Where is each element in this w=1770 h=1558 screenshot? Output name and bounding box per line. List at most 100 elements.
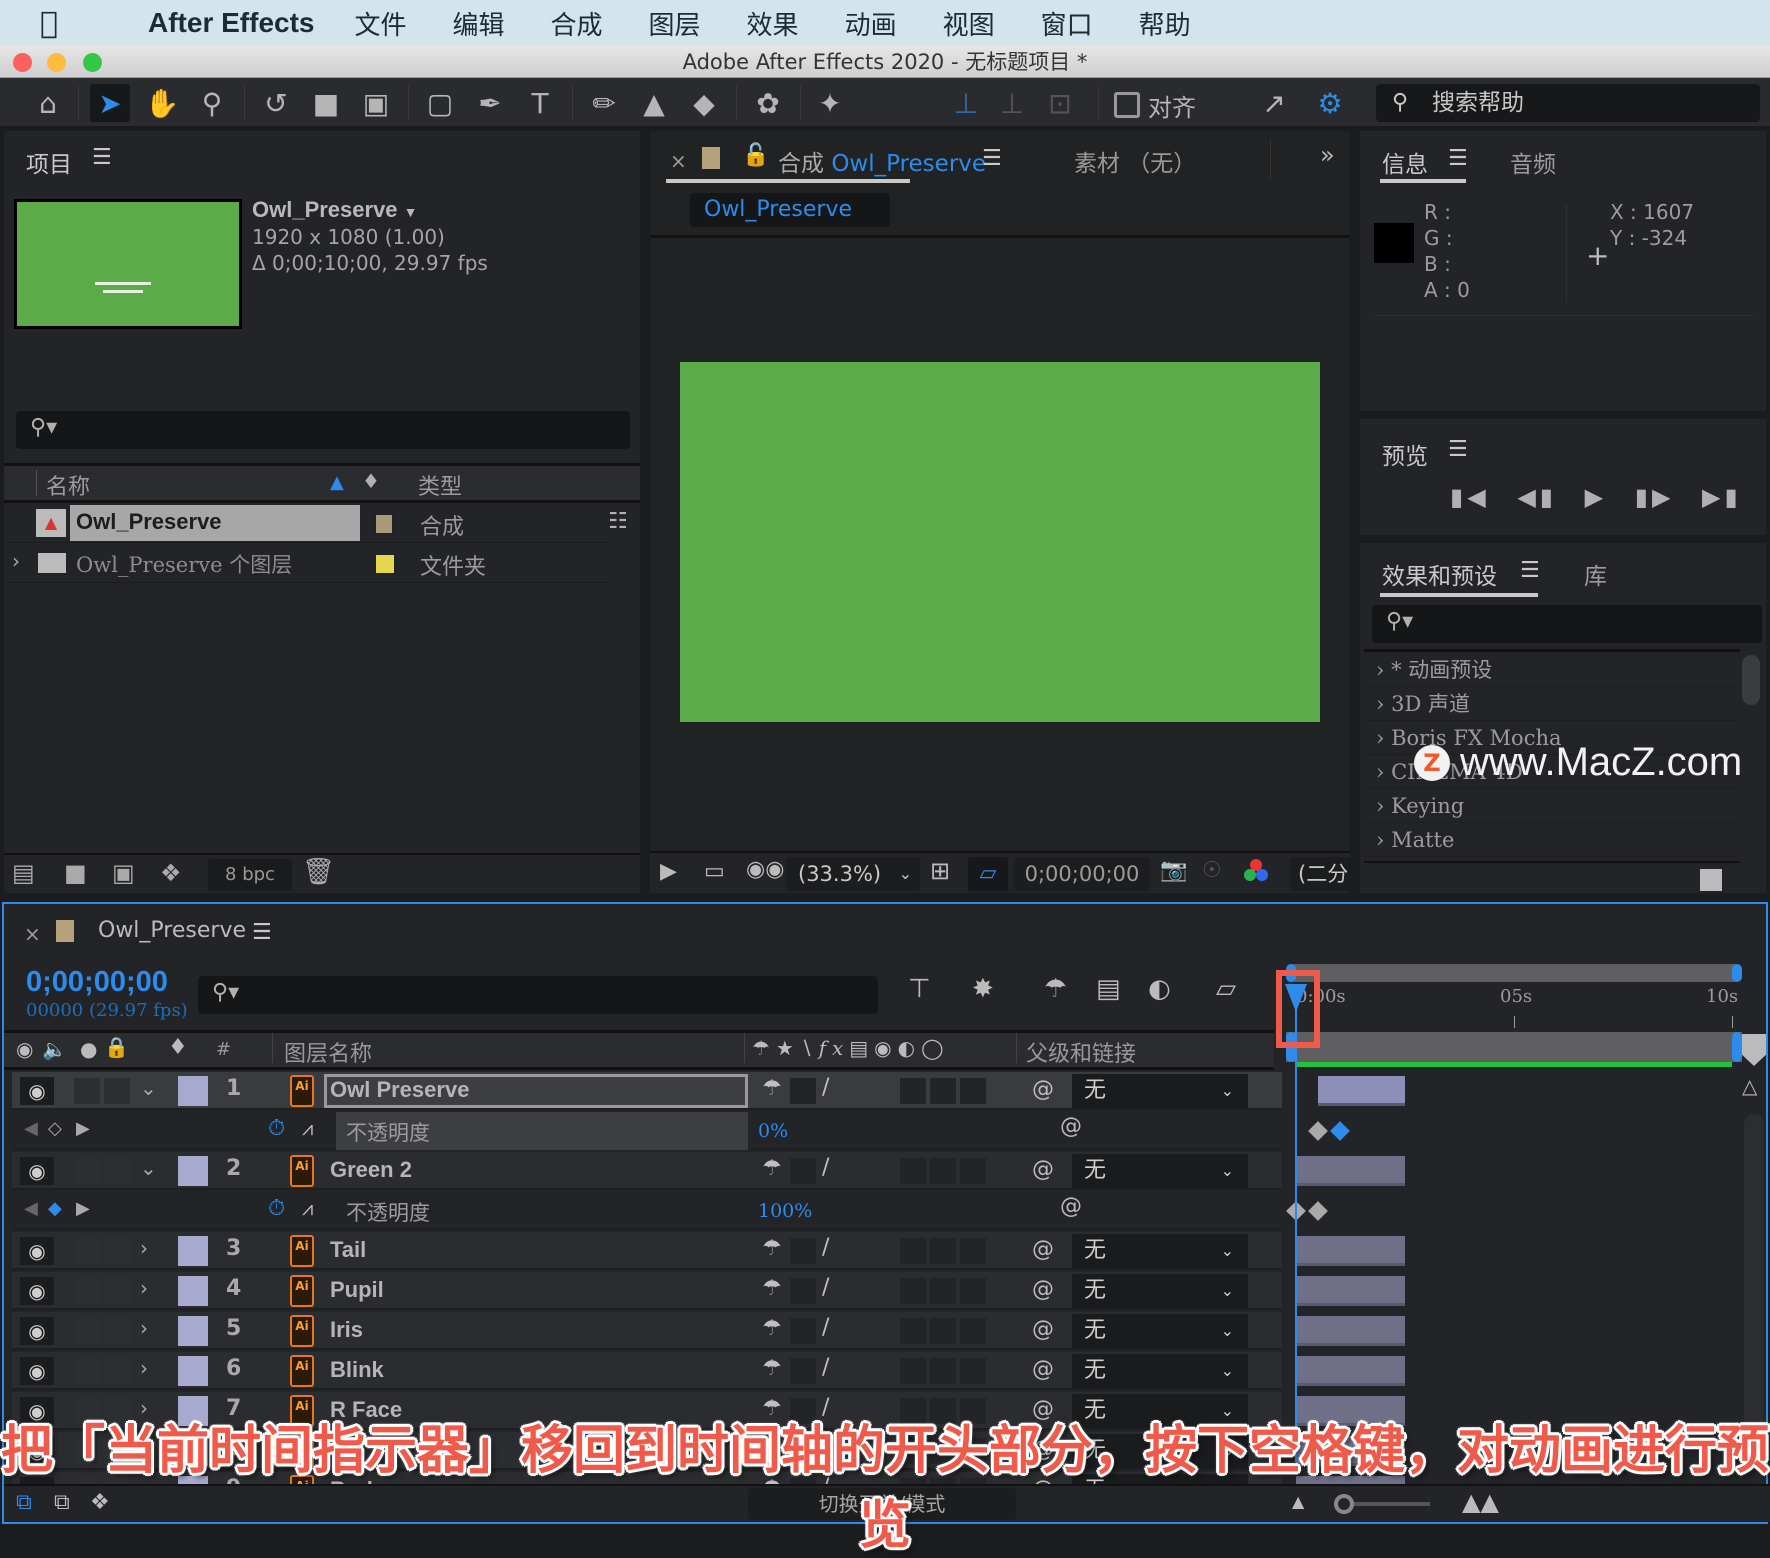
menu-file[interactable]: 文件 [354, 5, 406, 42]
effects-category[interactable]: › * 动画预设 [1364, 653, 1738, 687]
switch-slot[interactable] [960, 1078, 986, 1104]
shy-switch-icon[interactable]: ☂ [762, 1076, 782, 1101]
quality-switch-icon[interactable]: / [822, 1315, 829, 1340]
solo-icon[interactable]: ● [80, 1037, 97, 1061]
switch-slot[interactable] [960, 1318, 986, 1344]
eye-icon[interactable]: ◉ [20, 1357, 54, 1385]
label-color-swatch[interactable] [376, 555, 394, 573]
layer-name[interactable]: Blink [330, 1357, 384, 1383]
effects-search-input[interactable]: ⚲▾ [1372, 605, 1762, 643]
label-tag-icon[interactable]: ♦ [168, 1035, 188, 1060]
lock-icon[interactable]: 🔒 [104, 1035, 129, 1059]
mask-visibility-icon[interactable]: ▱ [968, 857, 1008, 891]
layer-duration-bar[interactable] [1296, 1316, 1405, 1346]
parent-dropdown[interactable]: 无⌄ [1072, 1154, 1248, 1188]
roto-brush-tool-icon[interactable]: ✿ [748, 84, 788, 122]
monitor-icon[interactable]: ▭ [704, 859, 725, 884]
apple-icon[interactable]:  [40, 6, 94, 41]
world-axis-icon[interactable]: ⊥ [992, 84, 1032, 122]
work-area-end-handle[interactable] [1732, 1032, 1742, 1062]
lock-switch[interactable] [104, 1278, 130, 1304]
stopwatch-icon[interactable]: ⏱ [268, 1116, 285, 1141]
layer-row[interactable]: ◉ › 5 Ai Iris ☂ / @ 无 ⌄ [12, 1312, 1282, 1350]
property-row[interactable]: ◀ ◇ ▶ ⏱ ⩘ 不透明度 0% @ [12, 1112, 1282, 1150]
collapse-switch[interactable] [790, 1158, 816, 1184]
panel-menu-icon[interactable]: ☰ [1448, 146, 1468, 171]
menu-layer[interactable]: 图层 [649, 5, 701, 42]
prev-keyframe-icon[interactable]: ◀ [24, 1198, 38, 1219]
clone-stamp-tool-icon[interactable]: ▲ [634, 84, 674, 122]
layer-row[interactable]: ◉ ⌄ 2 Ai Green 2 ☂ / @ 无 ⌄ [12, 1152, 1282, 1190]
menu-edit[interactable]: 编辑 [453, 5, 505, 42]
solo-switch[interactable] [74, 1358, 100, 1384]
keyframe-toggle-icon[interactable]: ◇ [48, 1118, 62, 1139]
video-visibility-icon[interactable]: ◉ [16, 1037, 33, 1061]
solo-switch[interactable] [74, 1078, 100, 1104]
sort-ascending-icon[interactable]: ▲ [330, 472, 344, 493]
effects-category[interactable]: › Keying [1364, 789, 1738, 823]
panel-menu-icon[interactable]: ☰ [92, 145, 112, 170]
navigator-end-handle[interactable] [1732, 964, 1742, 982]
solo-switch[interactable] [74, 1158, 100, 1184]
expand-chevron-icon[interactable]: › [140, 1356, 148, 1380]
viewer-timecode[interactable]: 0;00;00;00 [1014, 857, 1150, 891]
collapse-switch[interactable] [790, 1078, 816, 1104]
switch-slot[interactable] [900, 1358, 926, 1384]
switch-slot[interactable] [960, 1358, 986, 1384]
snapping-checkbox[interactable] [1114, 92, 1140, 118]
brush-tool-icon[interactable]: ✏ [584, 84, 624, 122]
close-tab-icon[interactable]: × [670, 149, 687, 173]
new-preset-icon[interactable] [1700, 869, 1722, 891]
timeline-scrollbar[interactable] [1744, 1114, 1764, 1454]
parent-dropdown[interactable]: 无⌄ [1072, 1074, 1248, 1108]
project-item-row[interactable]: ▲ Owl_Preserve 合成 [4, 505, 608, 543]
collapse-switch[interactable] [790, 1358, 816, 1384]
switch-slot[interactable] [930, 1238, 956, 1264]
expand-icon[interactable]: ↗ [1254, 84, 1294, 122]
shy-switch-icon[interactable]: ☂ [762, 1356, 782, 1381]
vr-glasses-icon[interactable]: ◉◉ [746, 857, 784, 882]
switch-slot[interactable] [960, 1278, 986, 1304]
menu-help[interactable]: 帮助 [1139, 5, 1191, 42]
switch-slot[interactable] [930, 1318, 956, 1344]
eye-icon[interactable]: ◉ [20, 1277, 54, 1305]
layer-name[interactable]: Green 2 [330, 1157, 412, 1183]
audio-icon[interactable]: 🔈 [42, 1037, 67, 1061]
previous-frame-icon[interactable]: ◀▮ [1517, 483, 1557, 511]
switch-slot[interactable] [960, 1238, 986, 1264]
layer-duration-bar[interactable] [1296, 1356, 1405, 1386]
comp-breadcrumb[interactable]: Owl_Preserve [690, 193, 890, 227]
footage-tab[interactable]: 素材 （无） [1074, 144, 1196, 178]
layer-label-color[interactable] [178, 1236, 208, 1266]
solo-switch[interactable] [74, 1238, 100, 1264]
menu-composition[interactable]: 合成 [551, 5, 603, 42]
dropdown-triangle-icon[interactable]: ▼ [404, 204, 418, 220]
quality-switch-icon[interactable]: / [822, 1355, 829, 1380]
resolution-dropdown[interactable]: (二分 [1290, 857, 1350, 891]
layer-row[interactable]: ◉ › 6 Ai Blink ☂ / @ 无 ⌄ [12, 1352, 1282, 1390]
tab-audio[interactable]: 音频 [1510, 145, 1556, 179]
layer-name[interactable]: Pupil [330, 1277, 384, 1303]
pick-whip-icon[interactable]: @ [1060, 1114, 1082, 1139]
current-timecode[interactable]: 0;00;00;00 [26, 966, 168, 999]
eye-icon[interactable]: ◉ [20, 1237, 54, 1265]
hide-shy-layers-icon[interactable]: ☂ [1044, 974, 1067, 1004]
project-panel-title[interactable]: 项目 [26, 145, 72, 179]
lock-icon[interactable]: 🔓 [742, 143, 769, 168]
shy-switch-icon[interactable]: ☂ [762, 1236, 782, 1261]
parent-dropdown[interactable]: 无⌄ [1072, 1354, 1248, 1388]
panel-menu-icon[interactable]: ☰ [1520, 558, 1540, 583]
expand-chevron-icon[interactable]: › [140, 1236, 148, 1260]
layer-row[interactable]: ◉ ⌄ 1 Ai Owl Preserve ☂ / @ 无 ⌄ [12, 1072, 1282, 1110]
selection-tool-icon[interactable]: ➤ [90, 84, 130, 122]
puppet-pin-tool-icon[interactable]: ✦ [810, 84, 850, 122]
tab-effects-presets[interactable]: 效果和预设 [1382, 557, 1497, 591]
graph-icon[interactable]: ⩘ [302, 1116, 313, 1140]
collapse-switch[interactable] [790, 1278, 816, 1304]
menu-effect[interactable]: 效果 [747, 5, 799, 42]
switch-slot[interactable] [930, 1278, 956, 1304]
eye-icon[interactable]: ◉ [20, 1077, 54, 1105]
eraser-tool-icon[interactable]: ◆ [684, 84, 724, 122]
switch-slot[interactable] [900, 1238, 926, 1264]
eye-icon[interactable]: ◉ [20, 1317, 54, 1345]
